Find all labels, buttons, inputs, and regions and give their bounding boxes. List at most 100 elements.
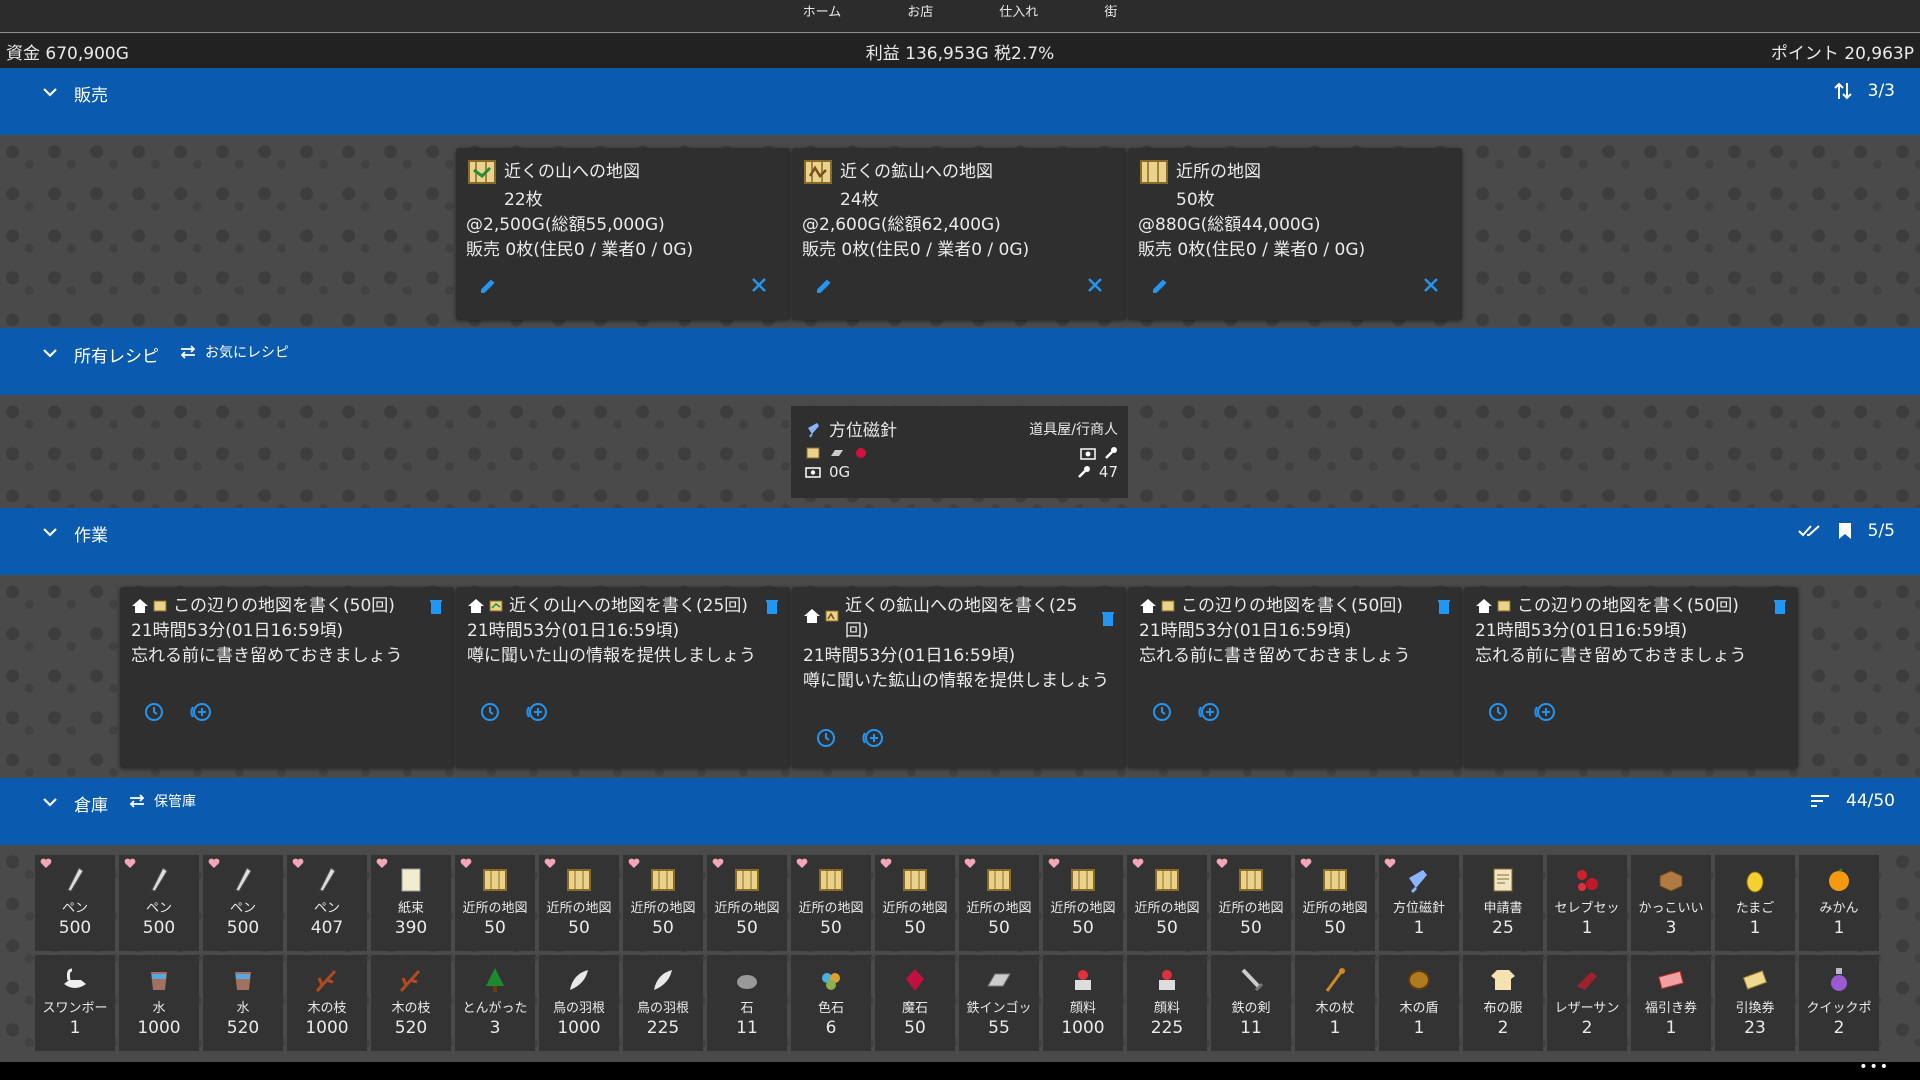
warehouse-item[interactable]: 紙束 390 xyxy=(371,855,451,951)
warehouse-item[interactable]: ペン 500 xyxy=(203,855,283,951)
favorite-recipes-toggle[interactable]: お気にレシピ xyxy=(179,342,289,362)
clock-icon[interactable] xyxy=(144,702,164,722)
delete-icon[interactable] xyxy=(1102,611,1114,627)
double-check-icon[interactable] xyxy=(1797,524,1822,538)
warehouse-item[interactable]: 顔料 1000 xyxy=(1043,955,1123,1051)
sale-item-price: @2,500G(総額55,000G) xyxy=(466,215,665,235)
warehouse-item[interactable]: 木の盾 1 xyxy=(1379,955,1459,1051)
warehouse-item[interactable]: 近所の地図 50 xyxy=(539,855,619,951)
warehouse-item[interactable]: 魔石 50 xyxy=(875,955,955,1051)
warehouse-item[interactable]: レザーサン 2 xyxy=(1547,955,1627,1051)
swap-arrows-icon xyxy=(179,345,197,359)
delete-icon[interactable] xyxy=(1774,599,1786,615)
warehouse-item[interactable]: クイックポ 2 xyxy=(1799,955,1879,1051)
warehouse-item-count: 390 xyxy=(394,918,428,938)
chevron-down-icon[interactable] xyxy=(39,521,61,543)
nav-home[interactable]: ホーム xyxy=(795,1,850,32)
warehouse-item-count: 1000 xyxy=(137,1018,181,1038)
warehouse-item[interactable]: 木の杖 1 xyxy=(1295,955,1375,1051)
bookmark-icon[interactable] xyxy=(1838,522,1852,540)
add-time-icon[interactable] xyxy=(526,702,548,722)
chevron-down-icon[interactable] xyxy=(39,342,61,364)
heart-icon xyxy=(880,858,892,869)
warehouse-item[interactable]: 鉄の剣 11 xyxy=(1211,955,1291,1051)
delete-icon[interactable] xyxy=(1438,599,1450,615)
nav-purchase[interactable]: 仕入れ xyxy=(991,1,1046,32)
close-icon[interactable] xyxy=(1422,276,1440,296)
job-card: この辺りの地図を書く(50回) 21時間53分(01日16:59頃) 忘れる前に… xyxy=(1464,587,1798,768)
warehouse-item[interactable]: 石 11 xyxy=(707,955,787,1051)
warehouse-item[interactable]: 水 1000 xyxy=(119,955,199,1051)
warehouse-item[interactable]: 近所の地図 50 xyxy=(1211,855,1291,951)
warehouse-item[interactable]: 近所の地図 50 xyxy=(455,855,535,951)
warehouse-item[interactable]: とんがった 3 xyxy=(455,955,535,1051)
delete-icon[interactable] xyxy=(430,599,442,615)
clock-icon[interactable] xyxy=(1488,702,1508,722)
sale-card: 近くの山への地図 22枚 @2,500G(総額55,000G) 販売 0枚(住民… xyxy=(456,148,790,320)
warehouse-item[interactable]: 近所の地図 50 xyxy=(791,855,871,951)
warehouse-item[interactable]: 引換券 23 xyxy=(1715,955,1795,1051)
warehouse-item[interactable]: 鳥の羽根 1000 xyxy=(539,955,619,1051)
more-dots-icon[interactable]: ••• xyxy=(1859,1060,1890,1074)
warehouse-item[interactable]: みかん 1 xyxy=(1799,855,1879,951)
add-time-icon[interactable] xyxy=(1534,702,1556,722)
warehouse-item[interactable]: 顔料 225 xyxy=(1127,955,1207,1051)
warehouse-item-name: 近所の地図 xyxy=(546,901,612,916)
add-time-icon[interactable] xyxy=(190,702,212,722)
warehouse-item[interactable]: 鉄インゴッ 55 xyxy=(959,955,1039,1051)
warehouse-item[interactable]: 方位磁針 1 xyxy=(1379,855,1459,951)
sales-section-header: 販売 3/3 xyxy=(0,68,1920,135)
warehouse-item[interactable]: 近所の地図 50 xyxy=(623,855,703,951)
warehouse-item-name: 鳥の羽根 xyxy=(636,1001,689,1016)
clock-icon[interactable] xyxy=(480,702,500,722)
warehouse-item[interactable]: 近所の地図 50 xyxy=(959,855,1039,951)
sort-icon[interactable] xyxy=(1810,794,1830,808)
sort-swap-icon[interactable] xyxy=(1833,81,1852,101)
warehouse-item[interactable]: スワンボー 1 xyxy=(35,955,115,1051)
close-icon[interactable] xyxy=(1086,276,1104,296)
add-time-icon[interactable] xyxy=(1198,702,1220,722)
warehouse-item[interactable]: 近所の地図 50 xyxy=(707,855,787,951)
warehouse-item[interactable]: 布の服 2 xyxy=(1463,955,1543,1051)
warehouse-item[interactable]: 木の枝 1000 xyxy=(287,955,367,1051)
warehouse-item-name: 石 xyxy=(740,1001,754,1016)
warehouse-item[interactable]: 木の枝 520 xyxy=(371,955,451,1051)
warehouse-item-name: ペン xyxy=(313,901,340,916)
clock-icon[interactable] xyxy=(1152,702,1172,722)
nav-shop[interactable]: お店 xyxy=(899,1,941,32)
warehouse-item[interactable]: 水 520 xyxy=(203,955,283,1051)
warehouse-item[interactable]: 近所の地図 50 xyxy=(1127,855,1207,951)
warehouse-item[interactable]: かっこいい 3 xyxy=(1631,855,1711,951)
warehouse-item[interactable]: 福引き券 1 xyxy=(1631,955,1711,1051)
edit-pencil-icon[interactable] xyxy=(478,276,498,296)
warehouse-item[interactable]: ペン 500 xyxy=(35,855,115,951)
warehouse-item[interactable]: セレブセッ 1 xyxy=(1547,855,1627,951)
chevron-down-icon[interactable] xyxy=(39,791,61,813)
sandal-icon xyxy=(1573,965,1601,995)
clock-icon[interactable] xyxy=(816,728,836,748)
cloth-icon xyxy=(1489,965,1517,995)
close-icon[interactable] xyxy=(750,276,768,296)
chevron-down-icon[interactable] xyxy=(39,81,61,103)
warehouse-item[interactable]: 近所の地図 50 xyxy=(1043,855,1123,951)
warehouse-item[interactable]: ペン 407 xyxy=(287,855,367,951)
magic-stone-icon xyxy=(853,445,869,461)
storage-toggle[interactable]: 保管庫 xyxy=(128,791,196,811)
warehouse-item-name: 引換券 xyxy=(1735,1001,1775,1016)
edit-pencil-icon[interactable] xyxy=(814,276,834,296)
warehouse-item-name: 近所の地図 xyxy=(1050,901,1116,916)
funds-display: 資金 670,900G xyxy=(6,43,129,64)
add-time-icon[interactable] xyxy=(862,728,884,748)
recipe-card[interactable]: 方位磁針 道具屋/行商人 0G 47 xyxy=(791,406,1128,498)
warehouse-item[interactable]: 色石 6 xyxy=(791,955,871,1051)
warehouse-item[interactable]: 鳥の羽根 225 xyxy=(623,955,703,1051)
warehouse-item[interactable]: 申請書 25 xyxy=(1463,855,1543,951)
warehouse-item-count: 1 xyxy=(1581,918,1593,938)
warehouse-item[interactable]: たまご 1 xyxy=(1715,855,1795,951)
delete-icon[interactable] xyxy=(766,599,778,615)
nav-town[interactable]: 街 xyxy=(1096,1,1125,32)
warehouse-item[interactable]: 近所の地図 50 xyxy=(1295,855,1375,951)
edit-pencil-icon[interactable] xyxy=(1150,276,1170,296)
warehouse-item[interactable]: 近所の地図 50 xyxy=(875,855,955,951)
warehouse-item[interactable]: ペン 500 xyxy=(119,855,199,951)
